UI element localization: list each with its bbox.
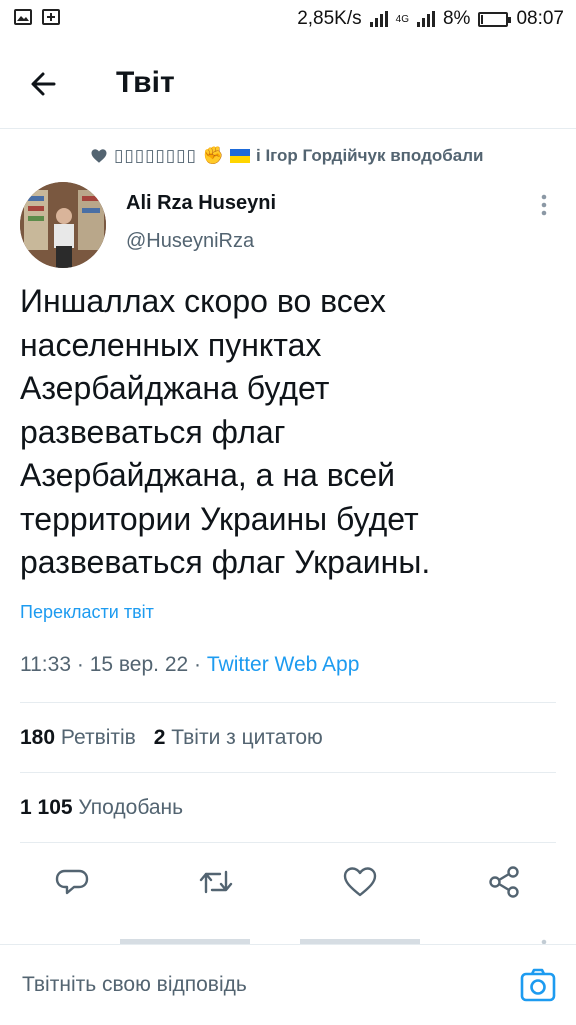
- image-notification-icon: [14, 9, 32, 25]
- liked-by-text: і Ігор Гордійчук вподобали: [256, 146, 484, 165]
- tweet-text-line: развеваться флаг: [20, 413, 286, 450]
- likes-link[interactable]: 1 105 Уподобань: [20, 796, 183, 820]
- quotes-count: 2: [153, 726, 166, 749]
- network-speed: 2,85K/s: [297, 8, 362, 29]
- tweet-text-line: населенных пунктах: [20, 326, 322, 363]
- retweets-label: Ретвітів: [60, 726, 136, 749]
- tweet-text-line: Азербайджана будет: [20, 370, 330, 406]
- camera-button[interactable]: [518, 965, 558, 1005]
- tweet-text-line: Иншаллах скоро во всех: [20, 283, 386, 319]
- reply-composer[interactable]: Твітніть свою відповідь: [0, 944, 576, 1025]
- share-icon: [489, 866, 519, 898]
- wifi-signal-icon: [369, 11, 388, 27]
- reply-input-placeholder[interactable]: Твітніть свою відповідь: [22, 973, 247, 997]
- battery-percent: 8%: [442, 8, 471, 29]
- translate-tweet-link[interactable]: Перекласти твіт: [20, 602, 154, 623]
- battery-icon: [478, 11, 512, 27]
- author-handle[interactable]: @HuseyniRza: [126, 230, 254, 253]
- fist-emoji: ✊: [202, 146, 225, 165]
- reply-button[interactable]: [52, 862, 92, 902]
- arrow-left-icon: [31, 72, 56, 96]
- retweet-icon: [199, 870, 233, 894]
- ukraine-flag-icon: [230, 149, 251, 163]
- retweets-count: 180: [20, 726, 56, 749]
- liker-name-placeholder: ▯▯▯▯▯▯▯▯: [114, 146, 197, 165]
- meta-separator: ·: [76, 653, 84, 676]
- next-reply-peek-shapes: [120, 939, 547, 944]
- add-notification-icon: [42, 9, 60, 25]
- page-title: Твіт: [116, 66, 175, 99]
- divider: [20, 702, 556, 703]
- camera-icon: [520, 968, 556, 1002]
- divider: [20, 842, 556, 843]
- top-app-bar: Твіт: [0, 40, 576, 129]
- more-vertical-icon: [541, 194, 547, 216]
- tweet-text-line: развеваться флаг Украины.: [20, 544, 431, 580]
- avatar[interactable]: [20, 182, 106, 268]
- tweet-source-link[interactable]: Twitter Web App: [207, 653, 360, 676]
- retweet-stats: 180 Ретвітів 2 Твіти з цитатою: [20, 726, 323, 750]
- like-icon: [343, 867, 377, 897]
- quotes-link[interactable]: 2 Твіти з цитатою: [154, 726, 323, 749]
- cell-signal-icon: [416, 11, 435, 27]
- tweet-time: 11:33: [20, 653, 71, 676]
- social-context[interactable]: ▯▯▯▯▯▯▯▯ ✊ і Ігор Гордійчук вподобали: [90, 146, 483, 166]
- more-options-button[interactable]: [534, 192, 554, 218]
- retweets-link[interactable]: 180 Ретвітів: [20, 726, 142, 749]
- tweet-text: Иншаллах скоро во всех населенных пункта…: [20, 280, 560, 585]
- tweet-date: 15 вер. 22: [89, 653, 189, 676]
- next-reply-peek: [0, 930, 576, 944]
- clock: 08:07: [516, 8, 564, 29]
- divider: [20, 772, 556, 773]
- heart-filled-icon: [91, 149, 107, 163]
- retweet-button[interactable]: [196, 862, 236, 902]
- reply-icon: [55, 869, 89, 895]
- tweet-text-line: территории Украины будет: [20, 500, 419, 537]
- likes-label: Уподобань: [78, 796, 184, 819]
- meta-separator: ·: [194, 653, 202, 676]
- likes-count: 1 105: [20, 796, 73, 819]
- avatar-photo: [20, 182, 106, 268]
- author-name[interactable]: Ali Rza Huseyni: [126, 192, 276, 215]
- status-bar: 2,85K/s 4G 8% 08:07: [0, 0, 576, 40]
- back-button[interactable]: [24, 64, 64, 104]
- share-button[interactable]: [484, 862, 524, 902]
- like-button[interactable]: [340, 862, 380, 902]
- network-type: 4G: [395, 13, 409, 25]
- tweet-text-line: Азербайджана, а на всей: [20, 457, 395, 493]
- quotes-label: Твіти з цитатою: [171, 726, 323, 749]
- tweet-metadata: 11:33 · 15 вер. 22 · Twitter Web App: [20, 653, 359, 677]
